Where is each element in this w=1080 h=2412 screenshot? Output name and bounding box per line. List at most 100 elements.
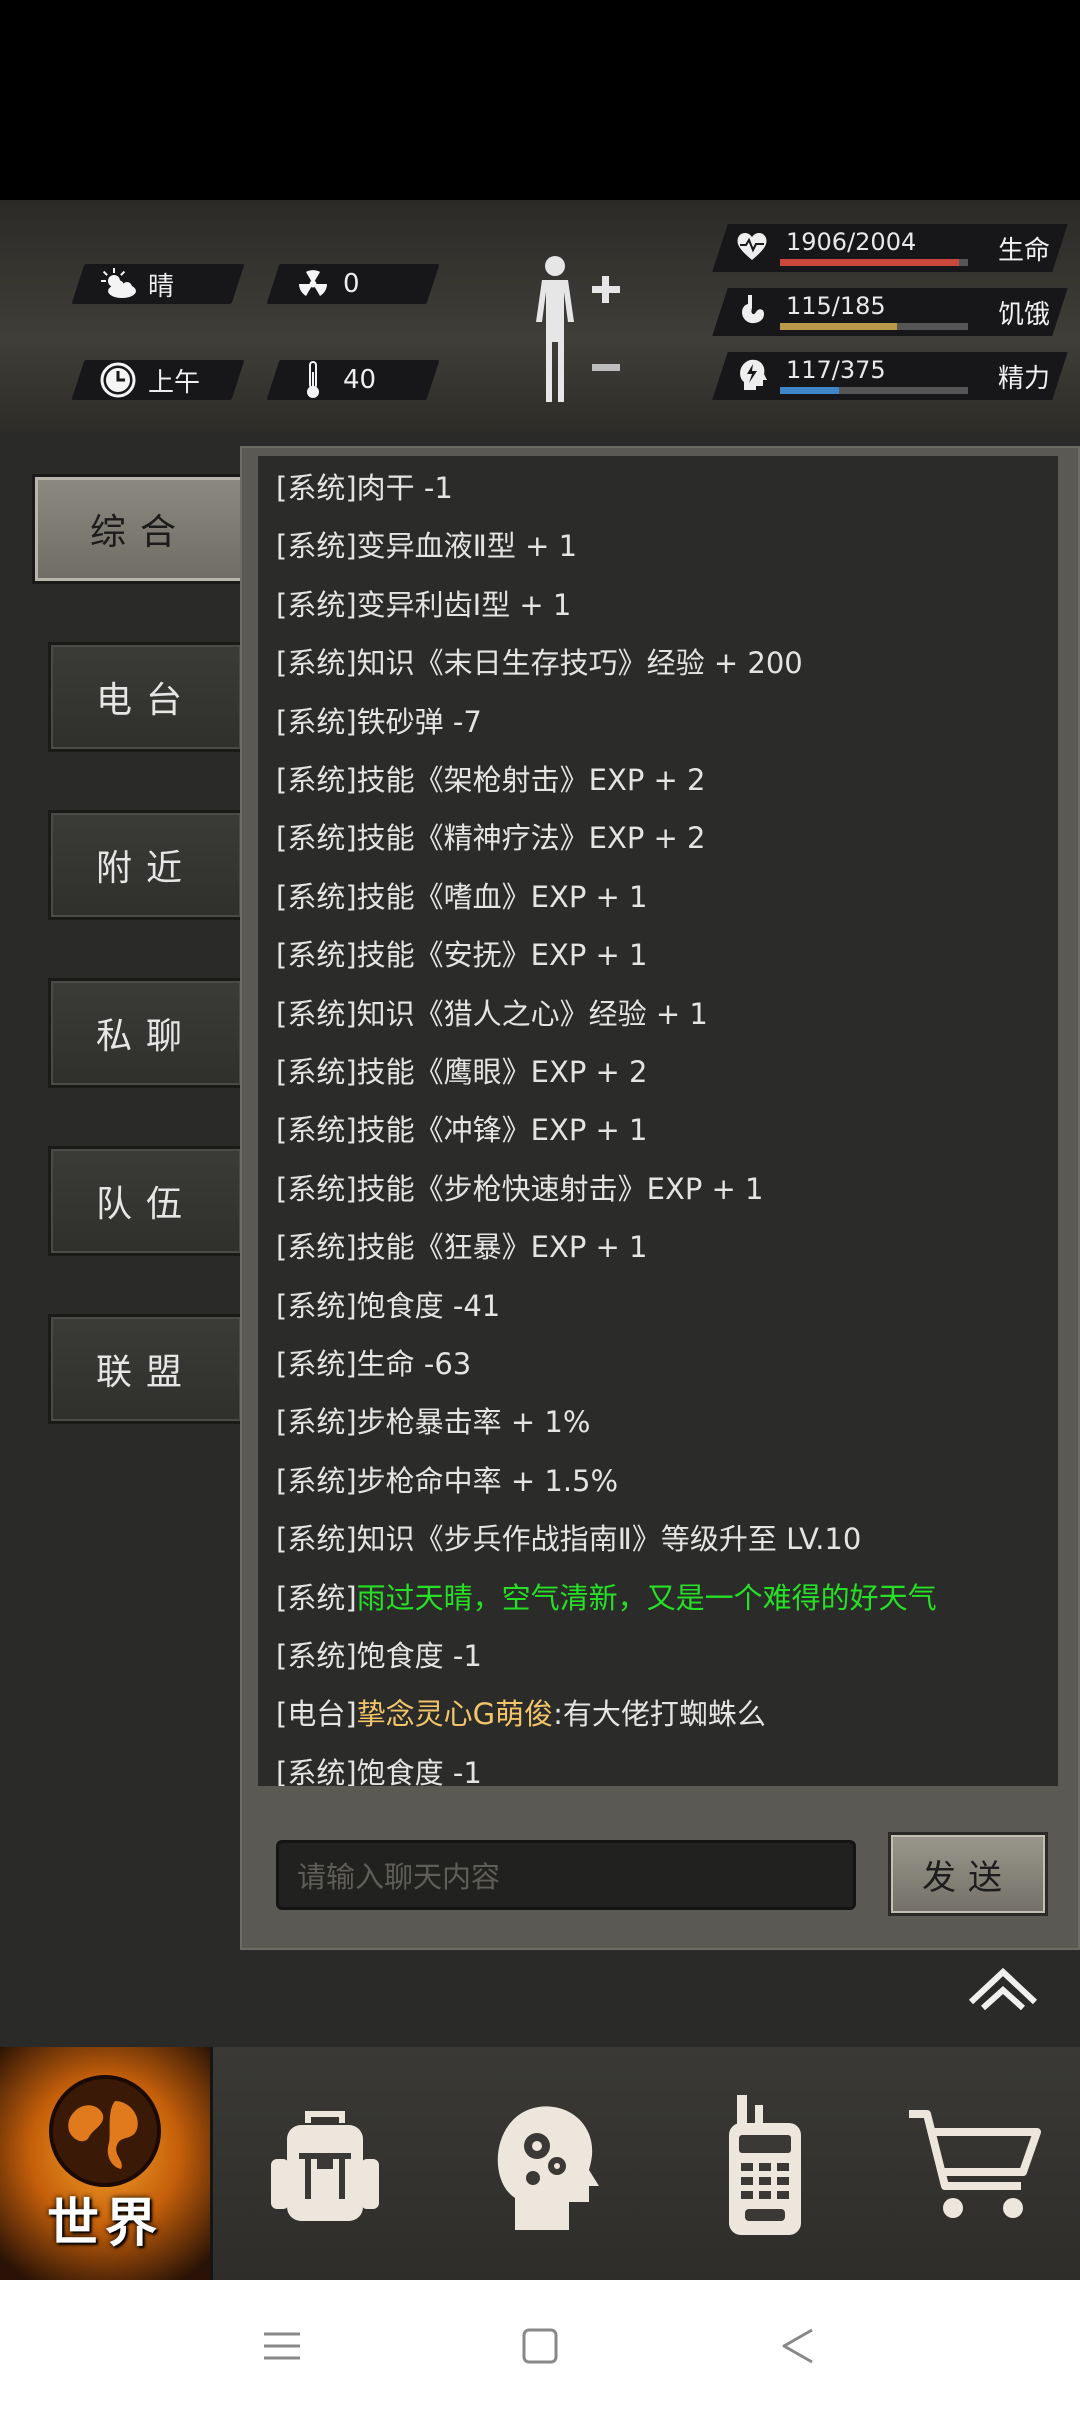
message-text: 饱食度 -1 [356, 1639, 482, 1673]
clock-icon [98, 360, 138, 400]
chat-message: [系统]知识《步兵作战指南Ⅱ》等级升至 LV.10 [276, 1519, 861, 1559]
chat-message: [系统]技能《步枪快速射击》EXP + 1 [276, 1169, 764, 1209]
tab-general[interactable]: 综合 [32, 474, 248, 584]
tab-private[interactable]: 私聊 [48, 978, 244, 1088]
menu-button[interactable] [252, 2316, 312, 2376]
nav-skills[interactable] [440, 2047, 650, 2280]
message-channel-tag: [系统] [276, 879, 357, 914]
tab-nearby[interactable]: 附近 [48, 810, 244, 920]
globe-icon [49, 2075, 161, 2187]
message-text: 变异利齿Ⅰ型 + 1 [356, 587, 572, 622]
message-channel-tag: [系统] [276, 646, 357, 681]
menu-icon [264, 2332, 300, 2360]
message-text: 技能《冲锋》EXP + 1 [356, 1113, 648, 1148]
message-channel-tag: [系统] [276, 587, 357, 622]
chat-message: [系统]技能《嗜血》EXP + 1 [276, 877, 648, 917]
health-label: 生命 [997, 236, 1050, 266]
message-text: 步枪暴击率 + 1% [356, 1405, 591, 1440]
tab-team[interactable]: 队伍 [48, 1146, 244, 1256]
chat-message: [系统]步枪命中率 + 1.5% [276, 1461, 618, 1501]
send-button[interactable]: 发送 [888, 1832, 1048, 1916]
bottom-nav: 世界 [0, 2047, 1080, 2280]
energy-value: 117/375 [786, 356, 886, 384]
message-channel-tag: [系统] [276, 1055, 357, 1089]
message-text: 步枪命中率 + 1.5% [356, 1463, 619, 1498]
message-channel-tag: [系统] [276, 1580, 357, 1615]
chat-message: [系统]步枪暴击率 + 1% [276, 1402, 590, 1442]
chat-message: [电台]挚念灵心G萌俊:有大佬打蜘蛛么 [276, 1694, 766, 1734]
hunger-value: 115/185 [786, 292, 886, 320]
world-label: 世界 [46, 2194, 163, 2254]
message-text: 知识《末日生存技巧》经验 + 200 [356, 646, 803, 681]
message-channel-tag: [系统] [276, 1405, 357, 1440]
message-channel-tag: [系统] [276, 1522, 357, 1557]
message-channel-tag: [系统] [276, 1463, 357, 1498]
message-channel-tag: [系统] [276, 996, 357, 1031]
walkie-talkie-icon [729, 2094, 801, 2235]
time-pill: 上午 [71, 360, 245, 400]
message-text: 技能《步枪快速射击》EXP + 1 [356, 1171, 764, 1206]
temperature-pill: 40 [266, 360, 440, 400]
message-text: 知识《步兵作战指南Ⅱ》等级升至 LV.10 [356, 1522, 862, 1557]
message-text: 饱食度 -1 [356, 1755, 482, 1786]
chat-message: [系统]技能《精神疗法》EXP + 2 [276, 818, 706, 858]
nav-backpack[interactable] [220, 2047, 430, 2280]
chat-message: [系统]技能《狂暴》EXP + 1 [276, 1227, 648, 1267]
message-channel-tag: [系统] [276, 1113, 357, 1148]
stomach-icon [734, 292, 774, 332]
partly-cloudy-icon [98, 264, 138, 304]
message-channel-tag: [系统] [276, 1230, 357, 1265]
energy-bar: 117/375 精力 [712, 352, 1068, 400]
body-figure-icon [536, 256, 620, 402]
time-of-day-label: 上午 [148, 367, 201, 398]
message-text: 知识《猎人之心》经验 + 1 [356, 996, 708, 1031]
radiation-value: 0 [343, 269, 360, 299]
chat-message: [系统]知识《末日生存技巧》经验 + 200 [276, 643, 803, 683]
chat-message: [系统]铁砂弹 -7 [276, 702, 482, 742]
chat-message: [系统]技能《冲锋》EXP + 1 [276, 1110, 648, 1150]
message-channel-tag: [系统] [276, 1639, 357, 1673]
back-button[interactable] [768, 2316, 828, 2376]
thermometer-icon [293, 360, 333, 400]
message-text: 肉干 -1 [356, 471, 453, 505]
message-text: :有大佬打蜘蛛么 [553, 1697, 766, 1732]
chat-message: [系统]雨过天晴，空气清新，又是一个难得的好天气 [276, 1578, 937, 1618]
chat-message: [系统]知识《猎人之心》经验 + 1 [276, 994, 708, 1034]
tab-radio[interactable]: 电台 [48, 642, 244, 752]
body-status-button[interactable] [520, 252, 630, 412]
double-chevron-up-icon [968, 1967, 1038, 2011]
weather-pill: 晴 [71, 264, 245, 304]
hunger-label: 饥饿 [997, 300, 1050, 330]
message-channel-tag: [系统] [276, 1755, 357, 1786]
nav-world[interactable]: 世界 [0, 2047, 213, 2280]
radiation-pill: 0 [266, 264, 440, 304]
health-value: 1906/2004 [786, 228, 917, 256]
chat-message: [系统]技能《鹰眼》EXP + 2 [276, 1052, 648, 1092]
message-text: 雨过天晴，空气清新，又是一个难得的好天气 [356, 1580, 937, 1615]
collapse-button[interactable] [965, 1962, 1041, 2012]
chat-message: [系统]饱食度 -1 [276, 1636, 482, 1676]
status-panel: 晴 0 上午 40 1906/2004 生命 115/185 饥饿 117/37… [0, 200, 1080, 432]
message-channel-tag: [系统] [276, 471, 357, 505]
message-channel-tag: [系统] [276, 1288, 357, 1323]
skills-head-icon [497, 2105, 599, 2230]
temperature-value: 40 [343, 365, 377, 395]
health-bar: 1906/2004 生命 [712, 224, 1068, 272]
message-channel-tag: [系统] [276, 704, 357, 739]
message-channel-tag: [电台] [276, 1697, 357, 1732]
chat-log[interactable]: [系统]肉干 -1 [系统]变异血液Ⅱ型 + 1 [系统]变异利齿Ⅰ型 + 1 [系统… [258, 456, 1058, 1786]
message-text: 生命 -63 [356, 1347, 472, 1381]
message-channel-tag: [系统] [276, 1347, 357, 1381]
message-text: 变异血液Ⅱ型 + 1 [356, 529, 578, 564]
chat-message: [系统]变异血液Ⅱ型 + 1 [276, 526, 577, 566]
message-text: 铁砂弹 -7 [356, 704, 482, 739]
tab-alliance[interactable]: 联盟 [48, 1314, 244, 1424]
message-sender[interactable]: 挚念灵心G萌俊 [357, 1697, 553, 1731]
radiation-icon [293, 264, 333, 304]
chat-input[interactable]: 请输入聊天内容 [276, 1840, 856, 1910]
message-text: 技能《嗜血》EXP + 1 [356, 879, 648, 914]
home-button[interactable] [510, 2316, 570, 2376]
channel-sidebar: 综合 电台 附近 私聊 队伍 联盟 [0, 432, 248, 2042]
nav-radio[interactable] [660, 2047, 870, 2280]
nav-shop[interactable] [870, 2047, 1080, 2280]
